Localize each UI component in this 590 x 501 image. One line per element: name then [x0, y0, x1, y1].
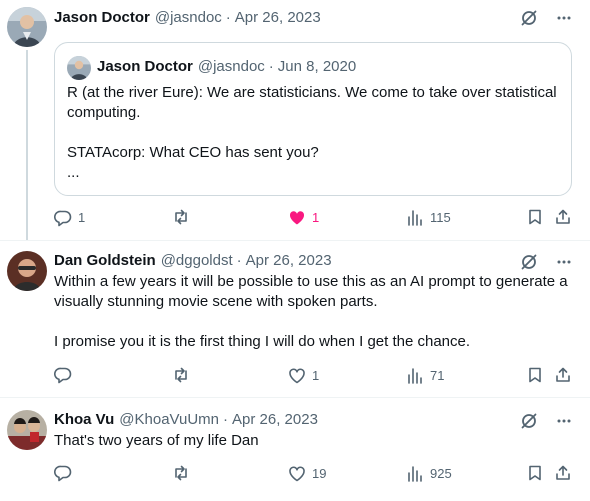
reply-button[interactable]	[54, 366, 78, 384]
author-handle[interactable]: @KhoaVuUmn	[119, 410, 219, 430]
quoted-header: Jason Doctor @jasndoc · Jun 8, 2020	[97, 57, 356, 77]
action-bar: 19 925	[54, 464, 574, 484]
bookmark-icon	[529, 209, 541, 225]
thread-line	[26, 50, 28, 240]
author-name[interactable]: Jason Doctor	[54, 8, 150, 28]
tweet-jason-doctor[interactable]: Jason Doctor @jasndoc · Apr 26, 2023 Jas…	[0, 0, 590, 240]
views-count: 925	[430, 466, 452, 481]
quoted-author-handle: @jasndoc	[197, 58, 265, 75]
retweet-icon	[175, 367, 187, 383]
separator: ·	[236, 252, 242, 269]
reply-icon	[54, 465, 72, 482]
quoted-line: R (at the river Eure): We are statistici…	[67, 84, 557, 121]
views-chart-icon	[408, 210, 422, 226]
separator: ·	[225, 9, 231, 26]
avatar-jason-doctor[interactable]	[7, 7, 47, 47]
heart-icon	[289, 211, 305, 225]
tweet-date[interactable]: Apr 26, 2023	[246, 251, 332, 271]
share-icon	[556, 367, 570, 382]
bookmark-icon	[529, 465, 541, 481]
quoted-line: STATAcorp: What CEO has sent you?	[67, 144, 319, 161]
tweet-line: I promise you it is the first thing I wi…	[54, 333, 471, 350]
retweet-button[interactable]	[172, 464, 196, 482]
tweet-header: Khoa Vu @KhoaVuUmn · Apr 26, 2023	[54, 410, 318, 430]
heart-icon	[289, 368, 305, 384]
quoted-author-name: Jason Doctor	[97, 58, 193, 75]
views-count: 115	[430, 210, 451, 225]
share-icon	[556, 209, 570, 224]
views-count: 71	[430, 368, 445, 383]
tweet-dan-goldstein[interactable]: Dan Goldstein @dggoldst · Apr 26, 2023 W…	[0, 241, 590, 396]
quoted-line: ...	[67, 164, 80, 181]
grok-slash-icon[interactable]	[520, 253, 538, 271]
retweet-icon	[175, 465, 187, 481]
tweet-date[interactable]: Apr 26, 2023	[232, 410, 318, 430]
tweet-line: That's two years of my life Dan	[54, 432, 259, 449]
tweet-top-icons	[520, 253, 572, 271]
like-count: 19	[312, 466, 327, 481]
retweet-button[interactable]	[172, 366, 196, 384]
quoted-text: R (at the river Eure): We are statistici…	[67, 83, 559, 183]
retweet-button[interactable]	[172, 208, 196, 226]
more-dots-icon[interactable]	[556, 10, 572, 26]
views-chart-icon	[408, 466, 422, 482]
author-name[interactable]: Khoa Vu	[54, 410, 114, 430]
tweet-date[interactable]: Apr 26, 2023	[235, 8, 321, 28]
bookmark-button[interactable]	[526, 366, 544, 384]
reply-icon	[54, 210, 72, 227]
avatar-dan-goldstein[interactable]	[7, 251, 47, 291]
tweet-header: Dan Goldstein @dggoldst · Apr 26, 2023	[54, 251, 332, 271]
tweet-top-icons	[520, 9, 572, 27]
bookmark-button[interactable]	[526, 208, 544, 226]
share-button[interactable]	[554, 208, 572, 226]
tweet-khoa-vu[interactable]: Khoa Vu @KhoaVuUmn · Apr 26, 2023 That's…	[0, 398, 590, 501]
tweet-text: That's two years of my life Dan	[54, 431, 570, 451]
avatar-khoa-vu[interactable]	[7, 410, 47, 450]
like-count: 1	[312, 368, 320, 383]
views-button[interactable]: 115	[406, 208, 451, 228]
share-button[interactable]	[554, 464, 572, 482]
avatar-quoted-author[interactable]	[67, 56, 91, 80]
action-bar: 1 1 115	[54, 208, 574, 228]
like-button[interactable]: 1	[288, 366, 319, 386]
author-name[interactable]: Dan Goldstein	[54, 251, 156, 271]
quoted-date: Jun 8, 2020	[277, 58, 357, 75]
share-icon	[556, 465, 570, 480]
action-bar: 1 71	[54, 366, 574, 386]
like-button[interactable]: 1	[288, 208, 319, 228]
more-dots-icon[interactable]	[556, 413, 572, 429]
heart-icon	[289, 466, 305, 482]
like-button[interactable]: 19	[288, 464, 326, 484]
grok-slash-icon[interactable]	[520, 9, 538, 27]
reply-button[interactable]: 1	[54, 208, 85, 228]
bookmark-button[interactable]	[526, 464, 544, 482]
reply-icon	[54, 367, 72, 384]
tweet-header: Jason Doctor @jasndoc · Apr 26, 2023	[54, 8, 321, 28]
author-handle[interactable]: @jasndoc	[155, 8, 222, 28]
bookmark-icon	[529, 367, 541, 383]
like-count: 1	[312, 210, 320, 225]
tweet-line: Within a few years it will be possible t…	[54, 273, 568, 310]
reply-count: 1	[78, 210, 86, 225]
separator: ·	[223, 411, 229, 428]
share-button[interactable]	[554, 366, 572, 384]
tweet-text: Within a few years it will be possible t…	[54, 272, 570, 352]
views-button[interactable]: 71	[406, 366, 444, 386]
grok-slash-icon[interactable]	[520, 412, 538, 430]
separator: ·	[268, 58, 274, 75]
retweet-icon	[175, 209, 187, 225]
quoted-tweet[interactable]: Jason Doctor @jasndoc · Jun 8, 2020 R (a…	[54, 42, 572, 196]
views-button[interactable]: 925	[406, 464, 452, 484]
author-handle[interactable]: @dggoldst	[161, 251, 233, 271]
views-chart-icon	[408, 368, 422, 384]
more-dots-icon[interactable]	[556, 254, 572, 270]
reply-button[interactable]	[54, 464, 78, 482]
tweet-top-icons	[520, 412, 572, 430]
